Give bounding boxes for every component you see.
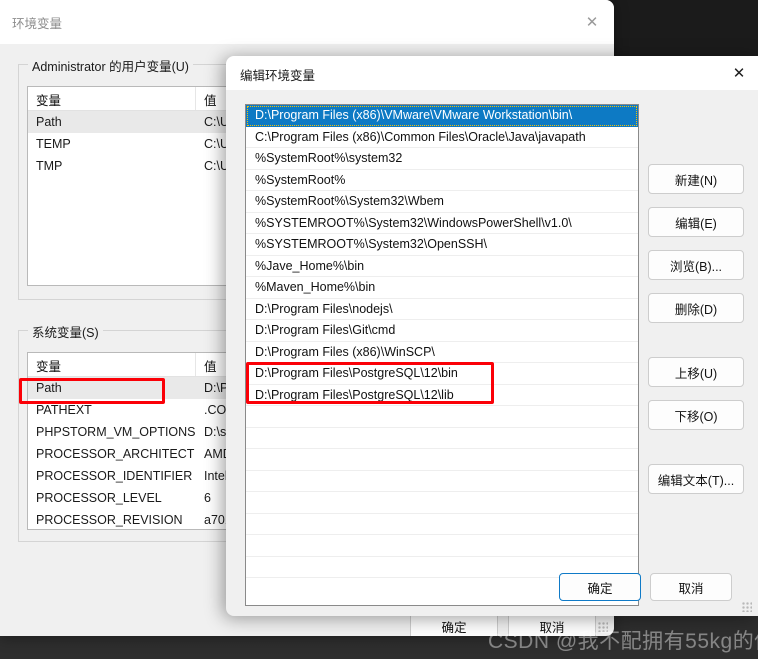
variable-name-cell: PHPSTORM_VM_OPTIONS [36, 425, 196, 439]
close-icon[interactable]: ✕ [720, 56, 758, 90]
variable-name-cell: PROCESSOR_REVISION [36, 513, 183, 527]
variable-name-cell: Path [36, 115, 62, 129]
list-item[interactable]: D:\Program Files (x86)\VMware\VMware Wor… [246, 105, 638, 127]
list-item[interactable]: %SystemRoot%\system32 [246, 148, 638, 170]
path-button[interactable]: 编辑文本(T)... [648, 464, 744, 494]
variable-name-cell: PROCESSOR_LEVEL [36, 491, 162, 505]
edit-ok-button[interactable]: 确定 [559, 573, 641, 601]
list-item[interactable]: %SystemRoot% [246, 170, 638, 191]
variable-name-cell: PATHEXT [36, 403, 92, 417]
list-item[interactable]: D:\Program Files\Git\cmd [246, 320, 638, 342]
list-item[interactable]: %SystemRoot%\System32\Wbem [246, 191, 638, 213]
list-item[interactable]: C:\Program Files (x86)\Common Files\Orac… [246, 127, 638, 148]
list-item[interactable]: D:\Program Files\PostgreSQL\12\lib [246, 385, 638, 406]
path-button[interactable]: 编辑(E) [648, 207, 744, 237]
env-window-titlebar: 环境变量 ✕ [0, 0, 614, 44]
list-item[interactable]: D:\Program Files\nodejs\ [246, 299, 638, 320]
path-button[interactable]: 新建(N) [648, 164, 744, 194]
user-variables-label: Administrator 的用户变量(U) [28, 56, 193, 75]
variable-name-cell: PROCESSOR_IDENTIFIER [36, 469, 193, 483]
path-button[interactable]: 下移(O) [648, 400, 744, 430]
close-icon[interactable]: ✕ [570, 0, 614, 44]
list-item[interactable]: D:\Program Files (x86)\WinSCP\ [246, 342, 638, 363]
list-item-empty[interactable] [246, 492, 638, 514]
list-item-empty[interactable] [246, 514, 638, 535]
list-item[interactable]: %Jave_Home%\bin [246, 256, 638, 277]
list-item-empty[interactable] [246, 428, 638, 449]
column-header-variable: 变量 [28, 87, 196, 110]
list-item[interactable]: %SYSTEMROOT%\System32\OpenSSH\ [246, 234, 638, 256]
csdn-watermark: CSDN @我不配拥有55kg的你 [488, 630, 758, 653]
edit-environment-variable-dialog: 编辑环境变量 ✕ D:\Program Files (x86)\VMware\V… [226, 56, 758, 616]
list-item-empty[interactable] [246, 535, 638, 557]
path-button[interactable]: 上移(U) [648, 357, 744, 387]
variable-name-cell: TMP [36, 159, 63, 173]
path-button[interactable]: 删除(D) [648, 293, 744, 323]
list-item[interactable]: D:\Program Files\PostgreSQL\12\bin [246, 363, 638, 385]
screen-root: 环境变量 ✕ Administrator 的用户变量(U) 变量 值 Path C… [0, 0, 758, 659]
list-item[interactable]: %Maven_Home%\bin [246, 277, 638, 299]
list-item-empty[interactable] [246, 406, 638, 428]
system-variables-label: 系统变量(S) [28, 322, 103, 341]
variable-name-cell: TEMP [36, 137, 71, 151]
list-item[interactable]: %SYSTEMROOT%\System32\WindowsPowerShell\… [246, 213, 638, 234]
edit-dialog-titlebar: 编辑环境变量 ✕ [226, 56, 758, 90]
path-button[interactable]: 浏览(B)... [648, 250, 744, 280]
env-window-title: 环境变量 [12, 17, 63, 31]
edit-cancel-button[interactable]: 取消 [650, 573, 732, 601]
variable-name-cell: Path [36, 381, 62, 395]
path-entries-listbox[interactable]: D:\Program Files (x86)\VMware\VMware Wor… [245, 104, 639, 606]
list-item-empty[interactable] [246, 449, 638, 471]
edit-dialog-title: 编辑环境变量 [240, 69, 316, 83]
list-item-empty[interactable] [246, 471, 638, 492]
resize-grip-icon[interactable] [742, 602, 752, 612]
variable-name-cell: PROCESSOR_ARCHITECT… [36, 447, 196, 461]
column-header-variable: 变量 [28, 353, 196, 376]
